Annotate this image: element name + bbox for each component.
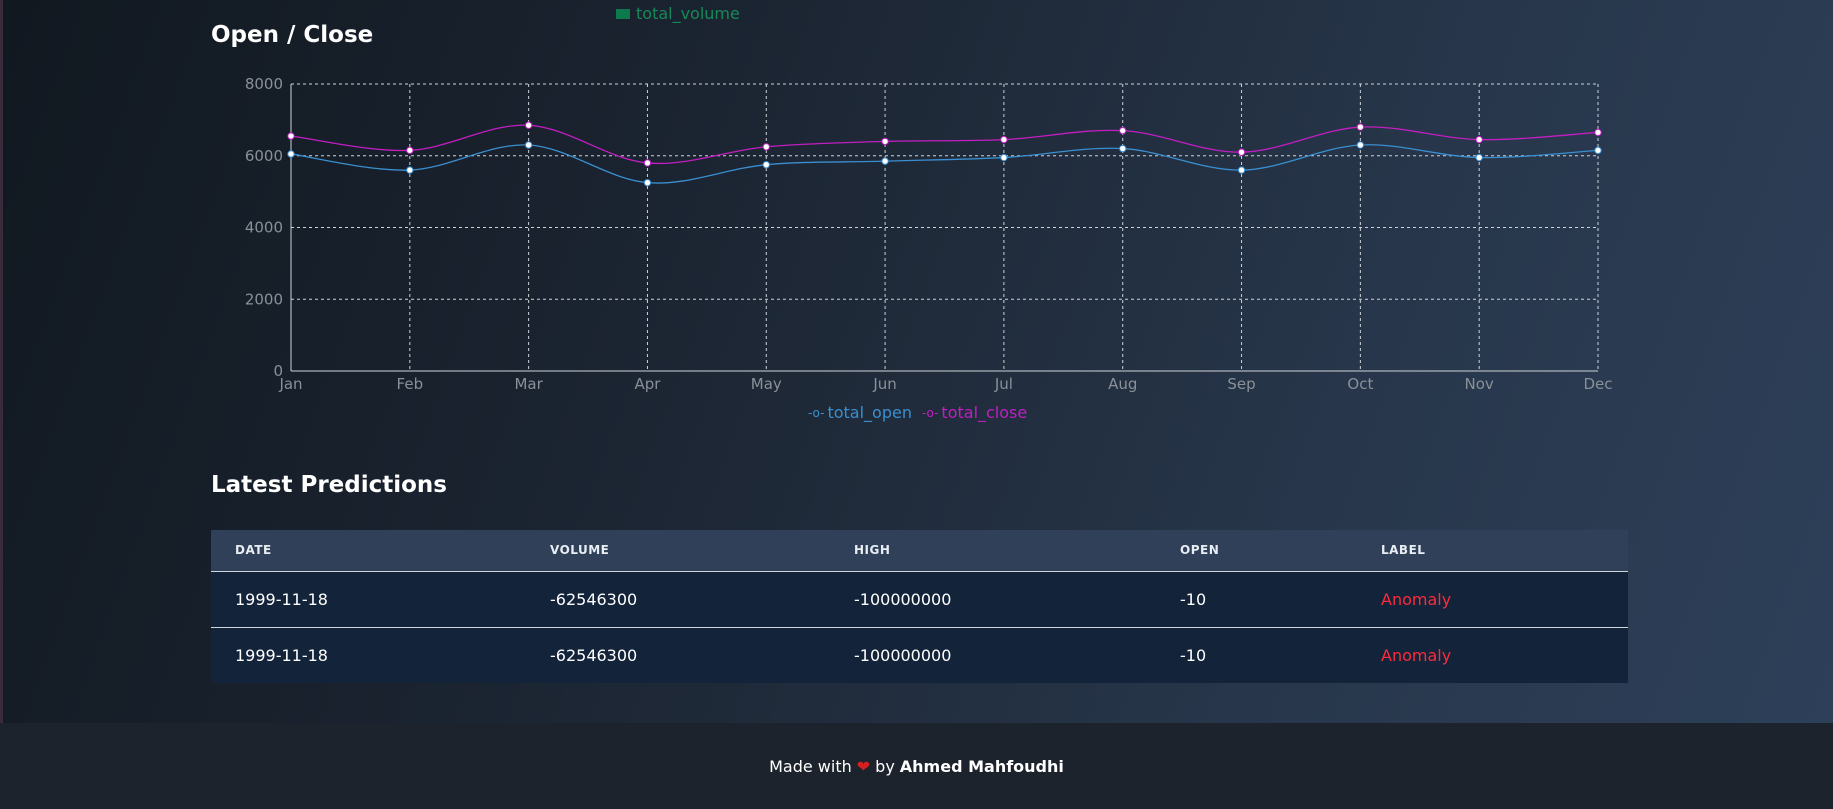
data-point-close xyxy=(1356,123,1365,131)
table-header-row: DATE VOLUME HIGH OPEN LABEL xyxy=(211,530,1628,572)
x-tick-label: Nov xyxy=(1465,375,1494,393)
col-header-open: OPEN xyxy=(1156,530,1357,572)
legend-label-open: total_open xyxy=(827,403,912,422)
legend-item-close[interactable]: -o- total_close xyxy=(922,403,1027,422)
data-point-open xyxy=(643,178,652,187)
legend-item-open[interactable]: -o- total_open xyxy=(808,403,912,422)
col-header-label: LABEL xyxy=(1357,530,1628,572)
y-tick-label: 4000 xyxy=(245,219,283,237)
data-point-open xyxy=(1594,146,1602,155)
x-tick-label: Jun xyxy=(872,375,896,393)
data-point-open xyxy=(406,166,414,174)
series-line-close xyxy=(290,124,1599,165)
x-tick-label: Jan xyxy=(278,375,302,393)
data-point-close xyxy=(1119,126,1127,135)
data-point-open xyxy=(762,161,770,169)
x-tick-label: Mar xyxy=(514,375,543,393)
data-point-close xyxy=(643,159,652,167)
x-tick-label: Jul xyxy=(994,375,1013,393)
cell-open: -10 xyxy=(1180,589,1207,609)
cell-open: -10 xyxy=(1156,626,1357,683)
cell-high: -100000000 xyxy=(830,626,1156,683)
table-row: 1999-11-18 -62546300 -100000000 -10 Anom… xyxy=(211,626,1628,683)
col-header-volume: VOLUME xyxy=(526,530,830,572)
cell-volume: -62546300 xyxy=(550,589,638,609)
x-tick-label: Sep xyxy=(1227,375,1255,393)
cell-label: Anomaly xyxy=(1381,589,1452,609)
x-tick-label: Feb xyxy=(397,375,424,393)
predictions-table: DATE VOLUME HIGH OPEN LABEL 1999-11-18 -… xyxy=(211,530,1628,683)
footer-author[interactable]: Ahmed Mahfoudhi xyxy=(900,757,1064,776)
data-point-open xyxy=(287,150,295,158)
legend-marker-open: -o- xyxy=(808,405,825,420)
col-header-high: HIGH xyxy=(830,530,1156,572)
data-point-close xyxy=(406,146,414,155)
data-point-close xyxy=(287,132,295,140)
footer: Made with ❤ by Ahmed Mahfoudhi xyxy=(0,723,1833,809)
table-row: 1999-11-18 -62546300 -100000000 -10 Anom… xyxy=(211,571,1628,627)
cell-date: 1999-11-18 xyxy=(235,589,328,609)
cell-volume: -62546300 xyxy=(526,626,830,683)
open-close-chart: 02000400060008000Jan Feb Mar Apr May Jun Jul Au… xyxy=(245,75,1613,393)
data-point-open xyxy=(1119,144,1127,153)
footer-by: by xyxy=(875,756,895,776)
x-tick-label: Dec xyxy=(1583,375,1612,393)
data-point-close xyxy=(1594,128,1602,137)
cell-date: 1999-11-18 xyxy=(211,626,526,683)
data-point-open xyxy=(1475,153,1483,162)
y-tick-label: 2000 xyxy=(245,290,283,308)
data-point-close xyxy=(762,143,770,151)
series-line-open xyxy=(290,144,1599,184)
col-header-date: DATE xyxy=(211,530,526,572)
x-tick-label: Apr xyxy=(634,375,661,393)
data-point-open xyxy=(1356,141,1365,149)
data-point-close xyxy=(1000,135,1008,144)
heart-icon: ❤ xyxy=(856,756,871,776)
y-tick-label: 8000 xyxy=(245,75,283,93)
data-point-close xyxy=(524,121,533,129)
x-tick-label: Oct xyxy=(1347,375,1373,393)
predictions-title: Latest Predictions xyxy=(211,472,447,498)
data-point-open xyxy=(524,141,533,149)
cell-label: Anomaly xyxy=(1357,626,1628,683)
x-tick-label: May xyxy=(751,375,782,393)
y-tick-label: 6000 xyxy=(245,147,283,165)
chart-legend: -o- total_open -o- total_close xyxy=(808,403,1027,422)
data-point-close xyxy=(881,137,889,146)
legend-label-close: total_close xyxy=(941,403,1028,422)
data-point-open xyxy=(881,157,889,165)
data-point-close xyxy=(1475,135,1483,144)
data-point-close xyxy=(1237,148,1246,156)
cell-high: -100000000 xyxy=(854,589,952,609)
legend-marker-close: -o- xyxy=(921,405,939,420)
footer-prefix: Made with xyxy=(769,756,852,776)
x-tick-label: Aug xyxy=(1108,375,1137,393)
data-point-open xyxy=(1237,166,1246,174)
data-point-open xyxy=(1000,153,1008,162)
